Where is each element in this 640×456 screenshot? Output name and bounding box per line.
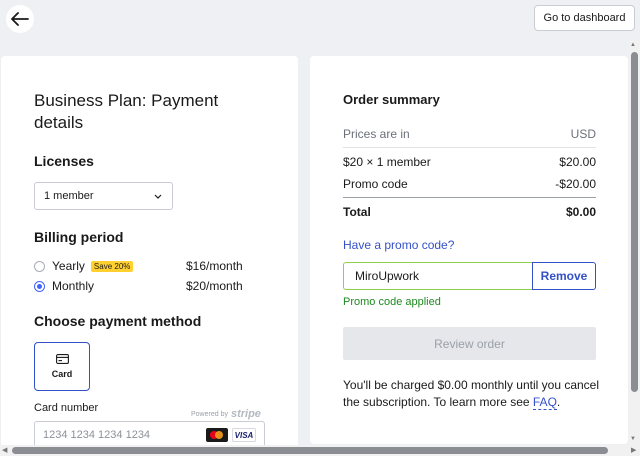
billing-option-price: $20/month xyxy=(186,279,243,293)
order-summary-title: Order summary xyxy=(343,92,440,107)
vertical-scrollbar[interactable]: ▲ ▼ xyxy=(629,40,640,445)
credit-card-icon xyxy=(55,354,69,364)
horizontal-scrollbar[interactable]: ◀ ▶ xyxy=(0,445,640,456)
chevron-down-icon xyxy=(154,194,162,199)
powered-by-text: Powered by xyxy=(191,410,228,418)
currency-value: USD xyxy=(570,127,596,141)
horizontal-scroll-thumb[interactable] xyxy=(12,447,608,454)
card-tile-label: Card xyxy=(51,369,73,379)
payment-details-panel: Business Plan: Payment details Licenses … xyxy=(1,56,298,456)
charge-notice: You'll be charged $0.00 monthly until yo… xyxy=(343,378,600,410)
radio-yearly[interactable] xyxy=(34,260,45,272)
visa-icon: VISA xyxy=(232,428,256,442)
divider xyxy=(343,147,596,148)
promo-applied-message: Promo code applied xyxy=(343,296,441,308)
prices-in-label: Prices are in xyxy=(343,127,410,141)
remove-promo-button[interactable]: Remove xyxy=(532,262,596,290)
promo-row: Promo code -$20.00 xyxy=(343,177,596,191)
go-to-dashboard-button[interactable]: Go to dashboard xyxy=(534,5,635,31)
licenses-heading: Licenses xyxy=(34,153,94,169)
total-row: Total $0.00 xyxy=(343,205,596,219)
order-summary-panel: Order summary Prices are in USD $20 × 1 … xyxy=(310,56,628,444)
promo-row-amount: -$20.00 xyxy=(555,177,596,191)
have-promo-code-link[interactable]: Have a promo code? xyxy=(343,238,454,252)
review-order-button[interactable]: Review order xyxy=(343,327,596,360)
charge-text: You'll be charged $0.00 monthly until yo… xyxy=(343,378,600,409)
back-button[interactable] xyxy=(6,5,34,33)
card-number-placeholder: 1234 1234 1234 1234 xyxy=(43,429,151,441)
scroll-left-icon[interactable]: ◀ xyxy=(2,446,7,454)
billing-option-price: $16/month xyxy=(186,259,243,273)
faq-link[interactable]: FAQ xyxy=(532,395,557,410)
radio-monthly[interactable] xyxy=(34,280,45,292)
line-item-label: $20 × 1 member xyxy=(343,155,431,169)
total-amount: $0.00 xyxy=(565,205,596,219)
mastercard-icon xyxy=(206,428,228,442)
scroll-right-icon[interactable]: ▶ xyxy=(631,446,636,454)
scroll-down-icon[interactable]: ▼ xyxy=(630,436,636,442)
stripe-logo: stripe xyxy=(230,408,261,420)
save-badge: Save 20% xyxy=(90,260,134,272)
promo-row-label: Promo code xyxy=(343,177,408,191)
line-item-row: $20 × 1 member $20.00 xyxy=(343,155,596,169)
card-number-label: Card number xyxy=(34,402,99,414)
billing-option-label: Monthly xyxy=(52,279,95,293)
scroll-up-icon[interactable]: ▲ xyxy=(630,42,636,48)
promo-code-input[interactable]: MiroUpwork xyxy=(343,262,532,290)
licenses-select[interactable]: 1 member xyxy=(34,182,173,210)
licenses-value: 1 member xyxy=(44,190,94,202)
currency-row: Prices are in USD xyxy=(343,127,596,141)
billing-option-yearly[interactable]: Yearly Save 20% $16/month xyxy=(34,258,264,274)
page-title: Business Plan: Payment details xyxy=(34,91,219,132)
powered-by-stripe: Powered by stripe xyxy=(191,408,261,420)
vertical-scroll-thumb[interactable] xyxy=(631,52,638,392)
line-item-amount: $20.00 xyxy=(559,155,596,169)
divider xyxy=(343,197,596,198)
card-brands: VISA xyxy=(206,428,256,442)
payment-method-heading: Choose payment method xyxy=(34,313,202,329)
billing-period-heading: Billing period xyxy=(34,229,124,245)
payment-method-card[interactable]: Card xyxy=(34,342,90,391)
billing-option-label: Yearly xyxy=(52,259,85,273)
arrow-left-icon xyxy=(11,12,29,26)
total-label: Total xyxy=(343,205,371,219)
billing-option-monthly[interactable]: Monthly $20/month xyxy=(34,278,264,294)
